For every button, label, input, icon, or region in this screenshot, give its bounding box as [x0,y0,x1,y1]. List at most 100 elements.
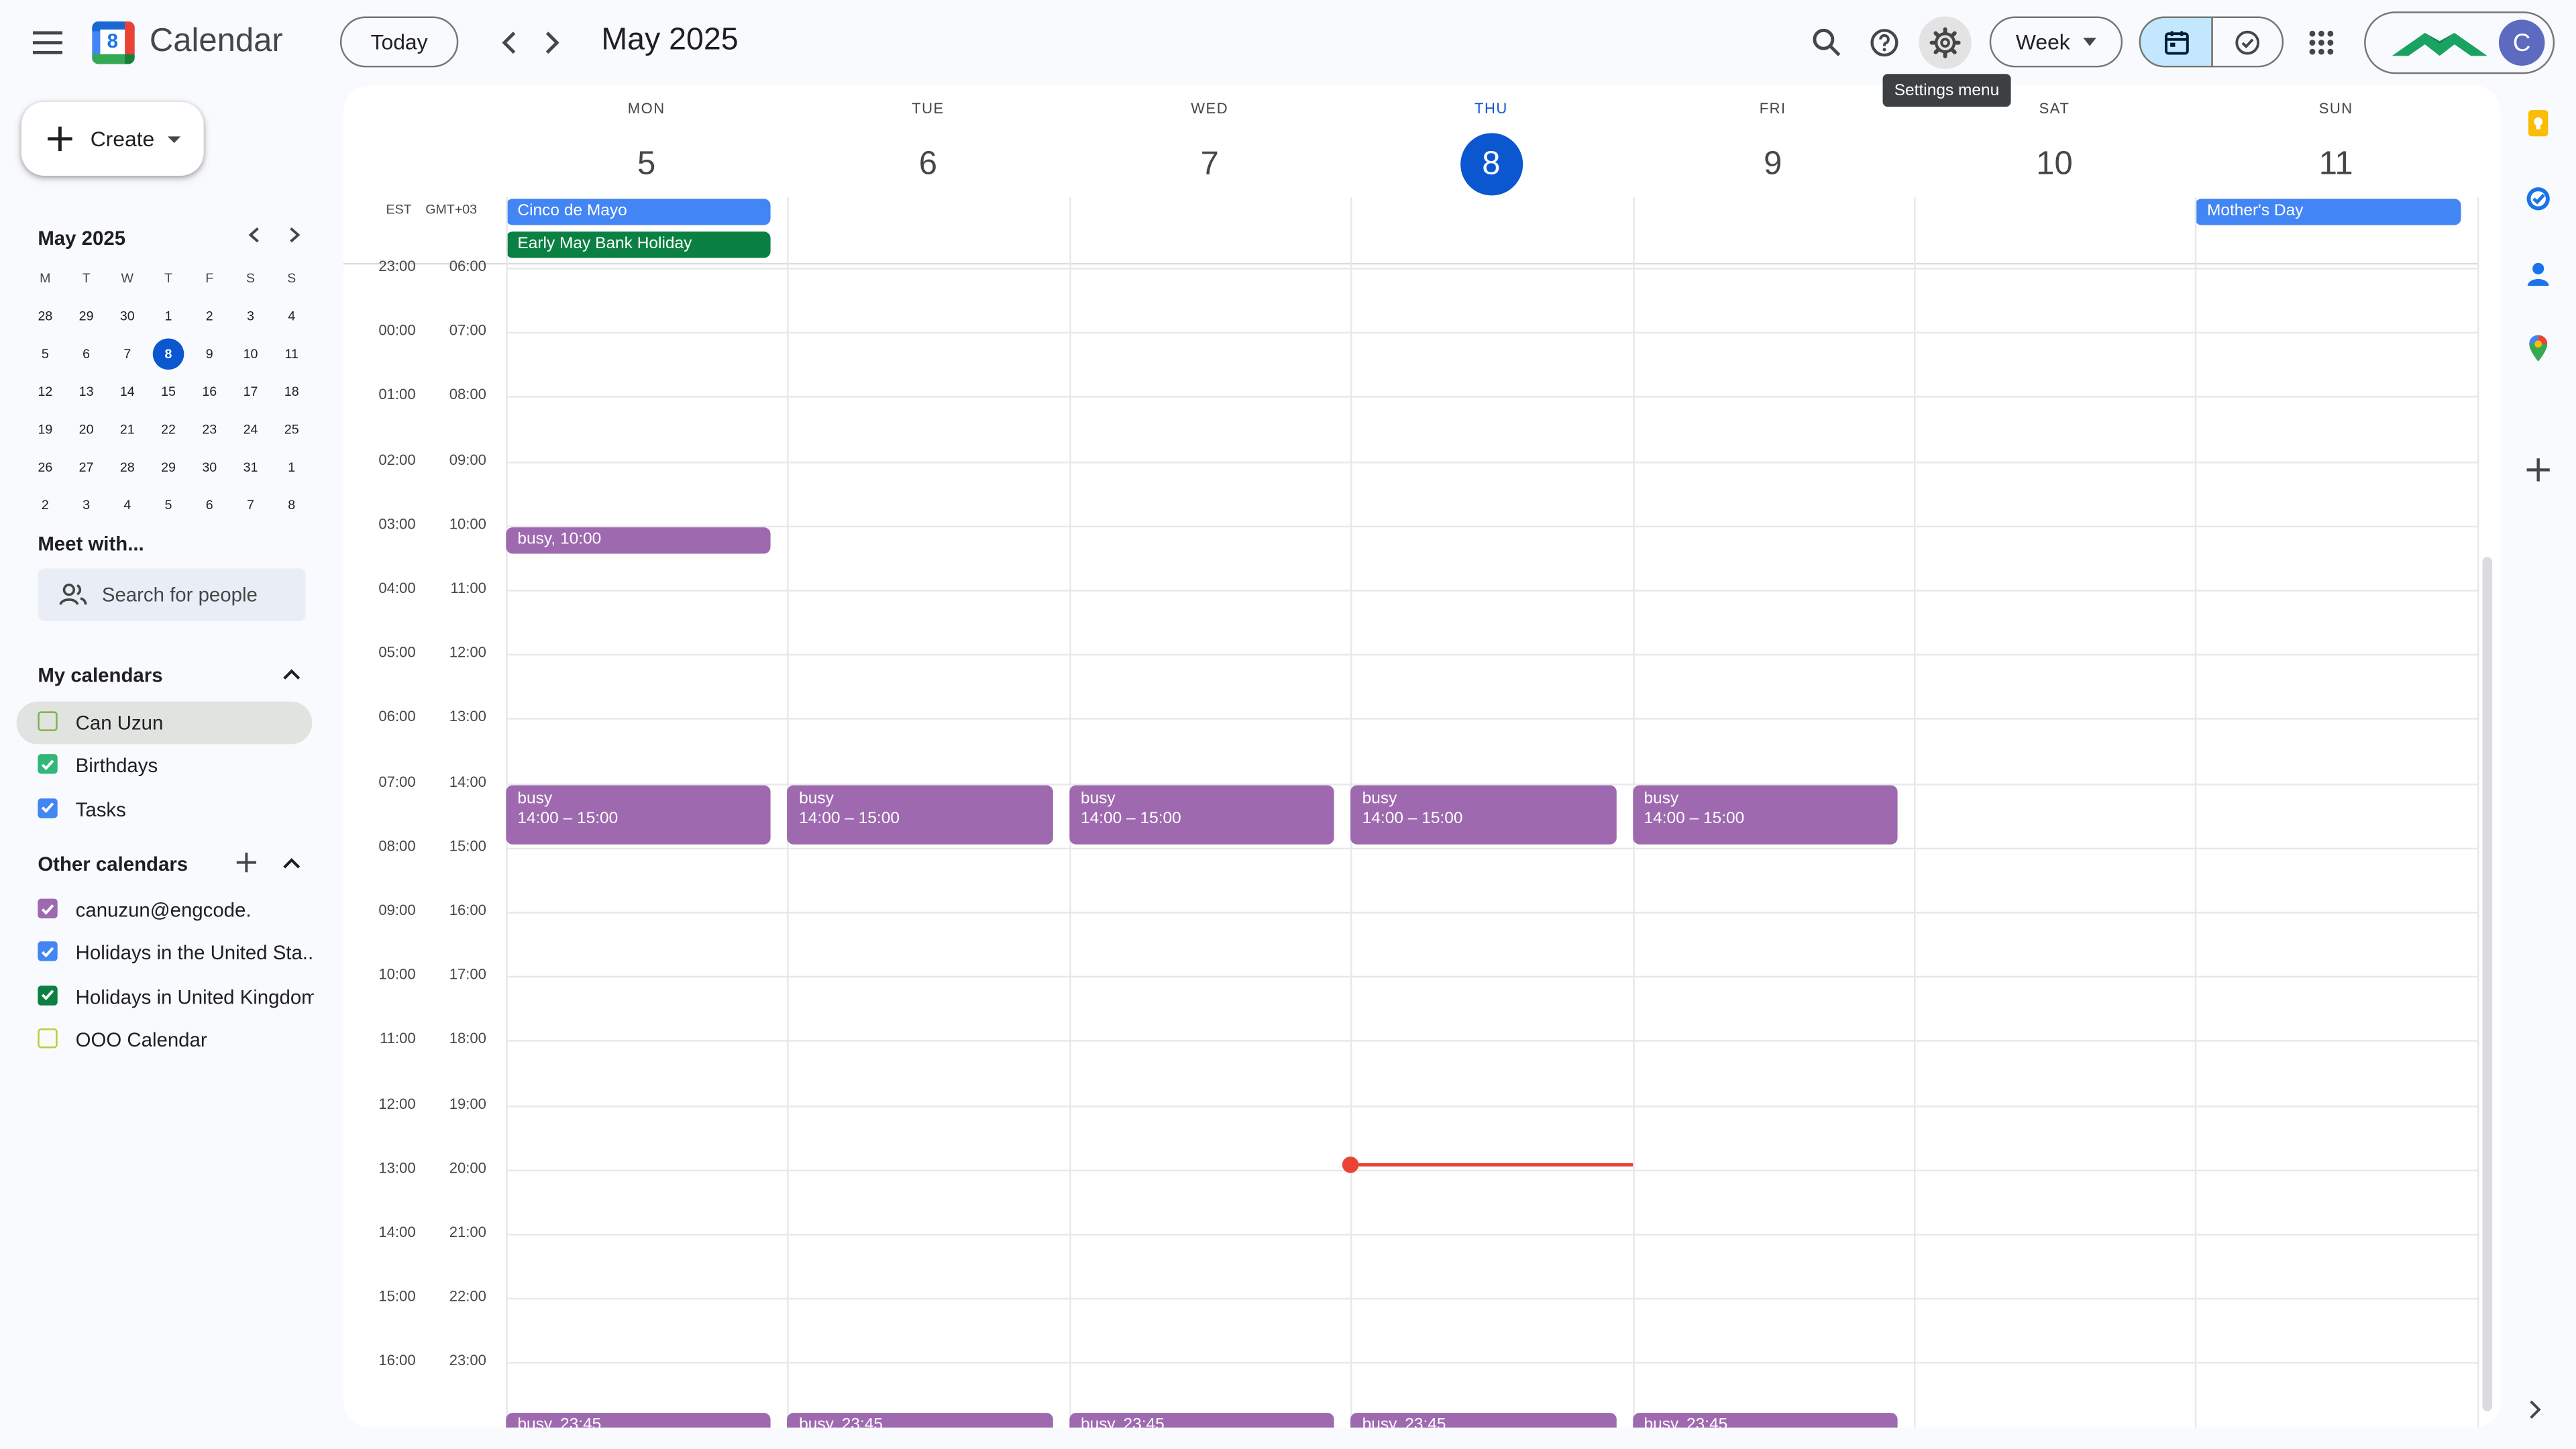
mini-day[interactable]: 28 [25,297,66,335]
mini-day[interactable]: 17 [230,373,271,411]
day-header-today[interactable]: THU 8 [1351,85,1632,200]
settings-button[interactable] [1919,16,1972,69]
mini-prev-month-button[interactable] [233,215,273,255]
mini-day[interactable]: 30 [107,297,148,335]
mini-day[interactable]: 6 [66,335,107,373]
mini-day[interactable]: 1 [148,297,189,335]
mini-day[interactable]: 23 [189,411,230,448]
calendar-list-item[interactable]: Tasks [16,788,312,831]
day-number[interactable]: 8 [1460,133,1523,196]
collapse-my-calendars-button[interactable] [271,654,311,694]
mini-day[interactable]: 29 [148,449,189,486]
calendar-event[interactable]: busy 14:00 – 15:00 [1350,784,1616,845]
all-day-event[interactable]: Mother's Day [2195,199,2461,225]
mini-day[interactable]: 5 [25,335,66,373]
day-header[interactable]: TUE 6 [788,85,1069,200]
avatar[interactable]: C [2498,19,2545,66]
mini-day[interactable]: 10 [230,335,271,373]
calendar-checkbox[interactable] [38,942,58,962]
mini-day[interactable]: 4 [107,486,148,524]
maps-icon[interactable] [2524,333,2553,363]
mini-day[interactable]: 7 [107,335,148,373]
calendar-event[interactable]: busy, 10:00 [506,527,771,555]
mini-day[interactable]: 26 [25,449,66,486]
menu-icon[interactable] [21,16,74,68]
calendar-view-toggle[interactable] [2139,16,2213,68]
mini-day[interactable]: 15 [148,373,189,411]
all-day-event[interactable]: Early May Bank Holiday [506,231,771,258]
calendar-checkbox[interactable] [38,754,58,775]
mini-next-month-button[interactable] [274,215,314,255]
mini-day[interactable]: 21 [107,411,148,448]
mini-day[interactable]: 4 [271,297,312,335]
mini-day[interactable]: 29 [66,297,107,335]
mini-day[interactable]: 3 [66,486,107,524]
calendar-event[interactable]: busy 14:00 – 15:00 [788,784,1053,845]
calendar-event[interactable]: busy, 23:45 [1350,1412,1616,1428]
tasks-view-toggle[interactable] [2211,16,2284,68]
mini-day[interactable]: 5 [148,486,189,524]
calendar-list-item[interactable]: Holidays in United Kingdom [16,975,314,1018]
mini-day[interactable]: 9 [189,335,230,373]
get-addons-button[interactable] [2524,455,2553,484]
day-header[interactable]: WED 7 [1069,85,1350,200]
calendar-list-item[interactable]: Birthdays [16,745,312,788]
mini-day[interactable]: 1 [271,449,312,486]
mini-day[interactable]: 24 [230,411,271,448]
mini-day[interactable]: 31 [230,449,271,486]
calendar-checkbox[interactable] [38,711,58,731]
contacts-icon[interactable] [2524,260,2553,289]
mini-day[interactable]: 8 [271,486,312,524]
calendar-list-item[interactable]: OOO Calendar [16,1018,312,1061]
calendar-event[interactable]: busy, 23:45 [1069,1412,1335,1428]
mini-day[interactable]: 19 [25,411,66,448]
calendar-event[interactable]: busy 14:00 – 15:00 [1069,784,1335,845]
calendar-checkbox[interactable] [38,798,58,818]
mini-day[interactable]: 3 [230,297,271,335]
today-button[interactable]: Today [339,16,459,68]
collapse-other-calendars-button[interactable] [271,843,311,882]
mini-day-selected[interactable]: 8 [148,335,189,373]
calendar-event[interactable]: busy, 23:45 [1632,1412,1898,1428]
day-number[interactable]: 9 [1741,133,1804,195]
mini-day[interactable]: 13 [66,373,107,411]
next-week-button[interactable] [526,16,578,68]
mini-day[interactable]: 14 [107,373,148,411]
mini-day[interactable]: 2 [189,297,230,335]
mini-day[interactable]: 25 [271,411,312,448]
mini-day[interactable]: 22 [148,411,189,448]
mini-day[interactable]: 18 [271,373,312,411]
view-select[interactable]: Week [1989,16,2123,68]
apps-button[interactable] [2295,16,2347,68]
calendar-list-item[interactable]: canuzun@engcode. [16,889,312,932]
day-header[interactable]: MON 5 [506,85,787,200]
calendar-logo[interactable]: 8 [92,21,135,64]
day-number[interactable]: 7 [1179,133,1241,195]
keep-icon[interactable] [2524,109,2553,138]
search-button[interactable] [1801,16,1853,68]
my-calendars-title[interactable]: My calendars [38,663,162,686]
mini-day[interactable]: 7 [230,486,271,524]
mini-day[interactable]: 11 [271,335,312,373]
mini-day[interactable]: 2 [25,486,66,524]
calendar-checkbox[interactable] [38,1028,58,1049]
help-button[interactable] [1858,16,1911,68]
day-number[interactable]: 11 [2305,133,2367,195]
mini-day[interactable]: 28 [107,449,148,486]
calendar-list-item[interactable]: Can Uzun [16,701,313,745]
mini-day[interactable]: 12 [25,373,66,411]
all-day-event[interactable]: Cinco de Mayo [506,199,771,225]
calendar-event[interactable]: busy, 23:45 [506,1412,771,1428]
add-other-calendar-button[interactable] [227,843,266,882]
expand-side-panel-button[interactable] [2528,1398,2548,1421]
day-number[interactable]: 5 [615,133,678,195]
mini-day[interactable]: 6 [189,486,230,524]
calendar-checkbox[interactable] [38,985,58,1005]
mini-day[interactable]: 20 [66,411,107,448]
calendar-event[interactable]: busy, 23:45 [788,1412,1053,1428]
other-calendars-title[interactable]: Other calendars [38,853,188,875]
calendar-event[interactable]: busy 14:00 – 15:00 [1632,784,1898,845]
time-grid-scrollbar[interactable] [2482,557,2493,1411]
mini-day[interactable]: 30 [189,449,230,486]
day-header[interactable]: FRI 9 [1632,85,1913,200]
